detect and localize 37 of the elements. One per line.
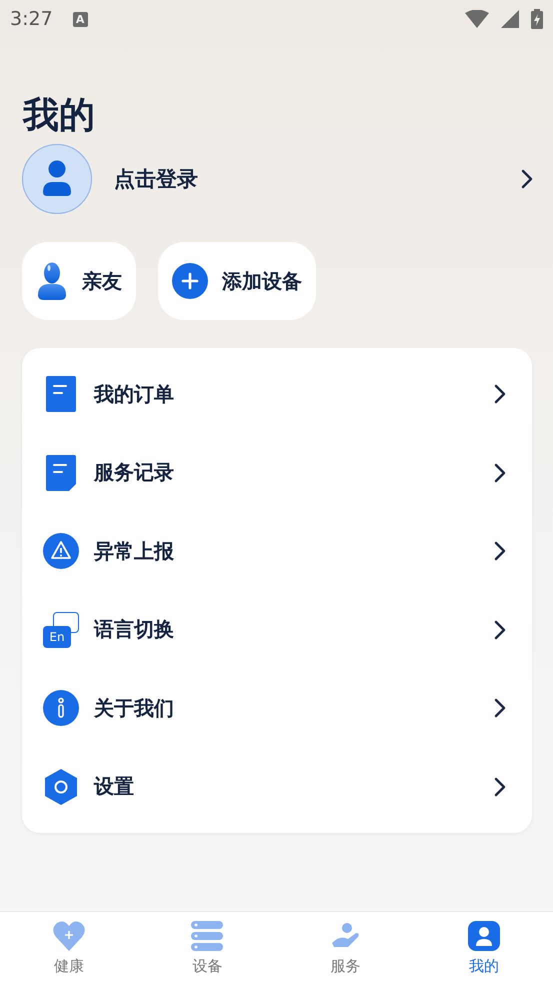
menu-item[interactable]: 异常上报 — [22, 512, 532, 590]
chevron-right-icon — [494, 541, 506, 562]
info-icon — [43, 690, 79, 726]
wifi-icon — [465, 10, 489, 28]
chevron-right-icon — [494, 384, 506, 404]
avatar-icon — [22, 144, 92, 214]
menu-item[interactable]: 关于我们 — [22, 669, 532, 748]
document-icon — [46, 376, 76, 412]
signal-icon — [501, 10, 519, 28]
plus-icon — [172, 263, 208, 299]
chevron-right-icon — [494, 462, 506, 483]
menu-item[interactable]: En 语言切换 — [22, 590, 532, 669]
warning-icon — [43, 533, 79, 570]
tab[interactable]: 服务 — [276, 912, 415, 984]
tab[interactable]: 设备 — [138, 912, 276, 984]
chevron-right-icon — [494, 698, 506, 718]
heart-icon — [53, 920, 86, 950]
page-title: 我的 — [23, 94, 96, 138]
battery-icon — [531, 9, 543, 29]
login-row[interactable]: 点击登录 — [22, 144, 533, 214]
person-icon — [468, 920, 500, 950]
shortcut-button[interactable]: 亲友 — [22, 242, 136, 320]
status-time: 3:27 — [10, 8, 53, 30]
tab[interactable]: 健康 — [0, 912, 138, 984]
menu-item[interactable]: 服务记录 — [22, 434, 532, 512]
stack-icon — [191, 920, 224, 950]
shortcut-button[interactable]: 添加设备 — [158, 242, 316, 320]
document-icon — [46, 454, 76, 491]
tab[interactable]: 我的 — [414, 912, 553, 984]
chevron-right-icon — [521, 169, 533, 189]
person-icon — [36, 262, 68, 300]
settings-icon — [45, 768, 77, 805]
notification-icon: A — [72, 12, 88, 26]
chevron-right-icon — [494, 620, 506, 640]
chevron-right-icon — [494, 776, 506, 797]
menu-item[interactable]: 我的订单 — [22, 355, 532, 434]
menu-item[interactable]: 设置 — [22, 748, 532, 826]
